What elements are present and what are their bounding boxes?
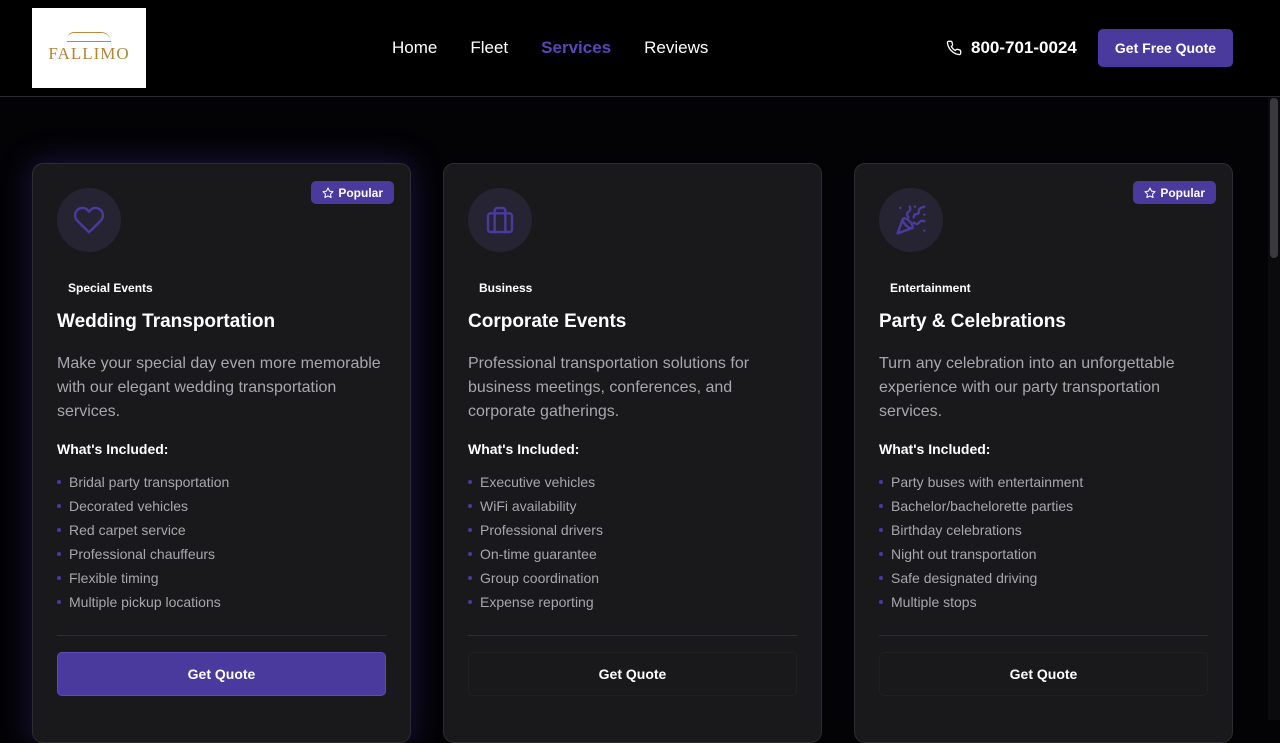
- feature-item: Party buses with entertainment: [879, 470, 1083, 494]
- feature-list: Bridal party transportation Decorated ve…: [57, 470, 229, 614]
- site-header: FALLIMO Home Fleet Services Reviews 800-…: [0, 0, 1280, 97]
- feature-item: Safe designated driving: [879, 566, 1083, 590]
- briefcase-icon: [486, 206, 514, 234]
- phone-link[interactable]: 800-701-0024: [946, 38, 1077, 58]
- card-divider: [879, 635, 1208, 636]
- get-free-quote-button[interactable]: Get Free Quote: [1098, 29, 1233, 67]
- card-title: Wedding Transportation: [57, 311, 276, 332]
- card-description: Professional transportation solutions fo…: [468, 355, 750, 420]
- icon-container: [468, 188, 532, 252]
- card-description: Make your special day even more memorabl…: [57, 355, 381, 420]
- feature-list: Executive vehicles WiFi availability Pro…: [468, 470, 603, 614]
- feature-item: Red carpet service: [57, 518, 229, 542]
- phone-number: 800-701-0024: [971, 38, 1077, 57]
- card-divider: [468, 635, 797, 636]
- card-title: Corporate Events: [468, 311, 627, 332]
- feature-item: Professional drivers: [468, 518, 603, 542]
- feature-item: Flexible timing: [57, 566, 229, 590]
- service-card-party: Popular Entertainment Party & Celebratio…: [854, 163, 1233, 743]
- icon-container: [879, 188, 943, 252]
- limo-logo-icon: [67, 32, 111, 42]
- get-quote-button[interactable]: Get Quote: [879, 652, 1208, 696]
- nav-services[interactable]: Services: [541, 38, 611, 58]
- feature-item: Professional chauffeurs: [57, 542, 229, 566]
- popular-badge: Popular: [311, 181, 394, 204]
- star-icon: [322, 187, 334, 198]
- feature-item: Bridal party transportation: [57, 470, 229, 494]
- logo-text: FALLIMO: [48, 44, 130, 63]
- feature-item: Multiple pickup locations: [57, 590, 229, 614]
- card-category: Special Events: [68, 281, 153, 295]
- nav-reviews[interactable]: Reviews: [644, 38, 708, 58]
- star-icon: [1144, 187, 1156, 198]
- service-card-corporate: Business Corporate Events Professional t…: [443, 163, 822, 743]
- badge-label: Popular: [338, 185, 383, 200]
- feature-item: Decorated vehicles: [57, 494, 229, 518]
- included-heading: What's Included:: [57, 441, 169, 457]
- card-description: Turn any celebration into an unforgettab…: [879, 355, 1175, 420]
- heart-icon: [73, 206, 105, 234]
- feature-list: Party buses with entertainment Bachelor/…: [879, 470, 1083, 614]
- card-divider: [57, 635, 386, 636]
- phone-icon: [946, 40, 962, 56]
- card-category: Business: [479, 281, 533, 295]
- scrollbar-thumb[interactable]: [1270, 98, 1278, 258]
- feature-item: On-time guarantee: [468, 542, 603, 566]
- get-quote-button[interactable]: Get Quote: [57, 652, 386, 696]
- card-category: Entertainment: [890, 281, 971, 295]
- fallimo-logo[interactable]: FALLIMO: [32, 8, 146, 88]
- feature-item: Multiple stops: [879, 590, 1083, 614]
- feature-item: Bachelor/bachelorette parties: [879, 494, 1083, 518]
- included-heading: What's Included:: [879, 441, 991, 457]
- feature-item: Executive vehicles: [468, 470, 603, 494]
- popular-badge: Popular: [1133, 181, 1216, 204]
- feature-item: Birthday celebrations: [879, 518, 1083, 542]
- nav-fleet[interactable]: Fleet: [470, 38, 508, 58]
- get-quote-button[interactable]: Get Quote: [468, 652, 797, 696]
- feature-item: Group coordination: [468, 566, 603, 590]
- main-nav: Home Fleet Services Reviews: [392, 38, 741, 58]
- card-title: Party & Celebrations: [879, 311, 1066, 332]
- feature-item: WiFi availability: [468, 494, 603, 518]
- feature-item: Night out transportation: [879, 542, 1083, 566]
- icon-container: [57, 188, 121, 252]
- badge-label: Popular: [1160, 185, 1205, 200]
- included-heading: What's Included:: [468, 441, 580, 457]
- feature-item: Expense reporting: [468, 590, 603, 614]
- party-popper-icon: [896, 205, 926, 235]
- service-card-wedding: Popular Special Events Wedding Transport…: [32, 163, 411, 743]
- nav-home[interactable]: Home: [392, 38, 437, 58]
